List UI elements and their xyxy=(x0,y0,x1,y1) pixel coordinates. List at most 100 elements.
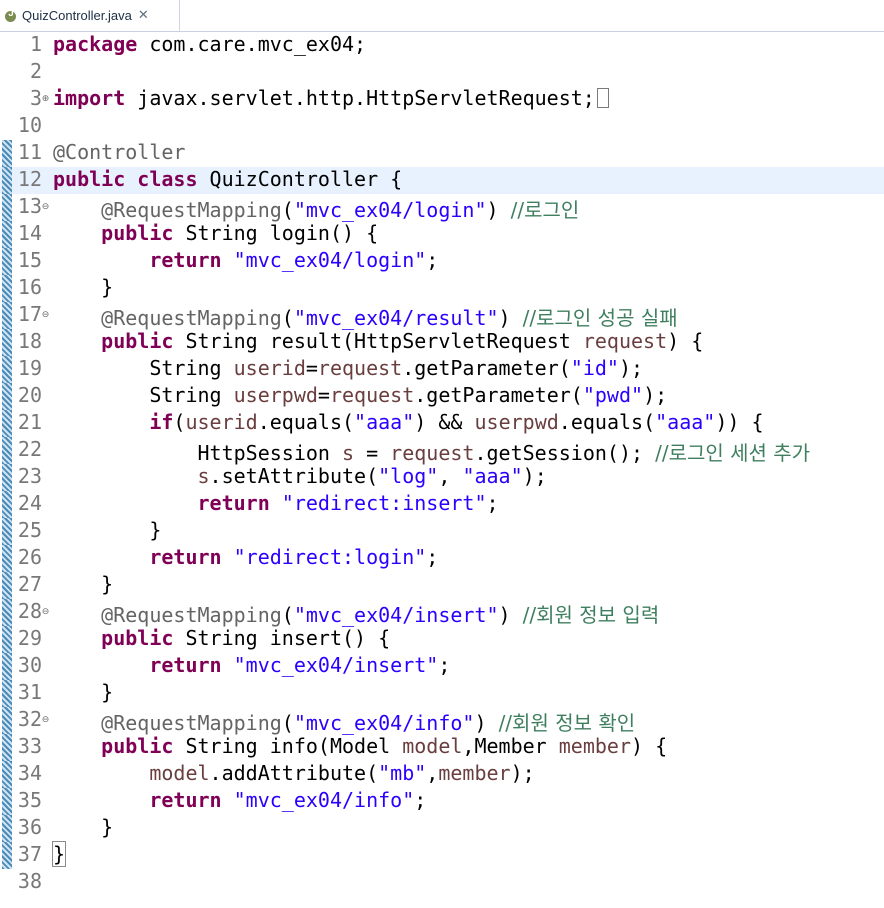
change-marker xyxy=(2,410,12,437)
change-marker xyxy=(2,761,12,788)
line-number: 29 xyxy=(17,626,42,650)
code-line[interactable]: 38 xyxy=(0,869,884,896)
line-number: 15 xyxy=(17,248,42,272)
line-number: 13 xyxy=(17,194,42,218)
code-line[interactable]: 18 public String result(HttpServletReque… xyxy=(0,329,884,356)
line-number: 1 xyxy=(29,32,42,56)
code-line[interactable]: 19 String userid=request.getParameter("i… xyxy=(0,356,884,383)
change-marker xyxy=(2,275,12,302)
code-line[interactable]: 32 ⊖ @RequestMapping("mvc_ex04/info") //… xyxy=(0,707,884,735)
change-marker xyxy=(2,437,12,464)
code-line[interactable]: 37 } xyxy=(0,841,884,869)
line-number: 10 xyxy=(17,113,42,137)
code-line[interactable]: 1 package com.care.mvc_ex04; xyxy=(0,32,884,59)
line-number: 21 xyxy=(17,410,42,434)
code-line[interactable]: 20 String userpwd=request.getParameter("… xyxy=(0,383,884,410)
code-line[interactable]: 15 return "mvc_ex04/login"; xyxy=(0,248,884,275)
line-number: 32 xyxy=(17,707,42,731)
line-number: 28 xyxy=(17,599,42,623)
java-file-icon: J xyxy=(4,8,18,23)
change-marker xyxy=(2,194,12,221)
change-marker xyxy=(2,356,12,383)
line-number: 11 xyxy=(17,140,42,164)
code-line[interactable]: 24 return "redirect:insert"; xyxy=(0,491,884,518)
code-line[interactable]: 36 } xyxy=(0,815,884,842)
editor-tab-bar: J QuizController.java ✕ xyxy=(0,0,884,32)
collapse-fold-icon[interactable]: ⊖ xyxy=(41,203,50,212)
code-line[interactable]: 29 public String insert() { xyxy=(0,626,884,653)
line-number: 14 xyxy=(17,221,42,245)
line-number: 30 xyxy=(17,653,42,677)
code-line[interactable]: 27 } xyxy=(0,572,884,599)
line-number: 26 xyxy=(17,545,42,569)
code-line[interactable]: 16 } xyxy=(0,275,884,302)
change-marker xyxy=(2,626,12,653)
code-line[interactable]: 3 ⊕ import javax.servlet.http.HttpServle… xyxy=(0,86,884,113)
change-marker xyxy=(2,599,12,626)
change-marker xyxy=(2,653,12,680)
code-line[interactable]: 21 if(userid.equals("aaa") && userpwd.eq… xyxy=(0,410,884,437)
line-number: 12 xyxy=(17,167,42,191)
collapse-fold-icon[interactable]: ⊖ xyxy=(41,608,50,617)
collapse-fold-icon[interactable]: ⊖ xyxy=(41,311,50,320)
line-number: 19 xyxy=(17,356,42,380)
change-marker xyxy=(2,788,12,815)
line-number: 16 xyxy=(17,275,42,299)
code-line[interactable]: 14 public String login() { xyxy=(0,221,884,248)
code-line[interactable]: 25 } xyxy=(0,518,884,545)
code-line[interactable]: 22 HttpSession s = request.getSession();… xyxy=(0,437,884,465)
code-line[interactable]: 10 xyxy=(0,113,884,140)
line-number: 27 xyxy=(17,572,42,596)
change-marker xyxy=(2,572,12,599)
change-marker xyxy=(2,329,12,356)
line-number: 2 xyxy=(29,59,42,83)
editor-tab-quizcontroller[interactable]: J QuizController.java ✕ xyxy=(0,0,180,31)
folded-imports-icon[interactable] xyxy=(596,88,609,108)
line-number: 33 xyxy=(17,734,42,758)
line-number: 25 xyxy=(17,518,42,542)
code-line[interactable]: 34 model.addAttribute("mb",member); xyxy=(0,761,884,788)
close-tab-icon[interactable]: ✕ xyxy=(138,8,149,23)
line-number: 31 xyxy=(17,680,42,704)
line-number: 34 xyxy=(17,761,42,785)
change-marker xyxy=(2,221,12,248)
change-marker xyxy=(2,734,12,761)
line-number: 35 xyxy=(17,788,42,812)
code-editor[interactable]: 1 package com.care.mvc_ex04; 2 3 ⊕ impor… xyxy=(0,32,884,908)
code-line[interactable]: 11 @Controller xyxy=(0,140,884,167)
matching-brace: } xyxy=(51,841,67,867)
expand-fold-icon[interactable]: ⊕ xyxy=(41,95,50,104)
change-marker xyxy=(2,815,12,842)
change-marker xyxy=(2,302,12,329)
code-line[interactable]: 35 return "mvc_ex04/info"; xyxy=(0,788,884,815)
code-line[interactable]: 31 } xyxy=(0,680,884,707)
code-line[interactable]: 13 ⊖ @RequestMapping("mvc_ex04/login") /… xyxy=(0,194,884,222)
line-number: 17 xyxy=(17,302,42,326)
change-marker xyxy=(2,707,12,734)
change-marker xyxy=(2,464,12,491)
line-number: 36 xyxy=(17,815,42,839)
change-marker xyxy=(2,383,12,410)
change-marker xyxy=(2,518,12,545)
code-line[interactable]: 28 ⊖ @RequestMapping("mvc_ex04/insert") … xyxy=(0,599,884,627)
code-line[interactable]: 2 xyxy=(0,59,884,86)
line-number: 38 xyxy=(17,869,42,893)
code-line[interactable]: 23 s.setAttribute("log", "aaa"); xyxy=(0,464,884,491)
change-marker xyxy=(2,491,12,518)
change-marker xyxy=(2,167,12,194)
collapse-fold-icon[interactable]: ⊖ xyxy=(41,716,50,725)
code-line[interactable]: 26 return "redirect:login"; xyxy=(0,545,884,572)
code-line[interactable]: 33 public String info(Model model,Member… xyxy=(0,734,884,761)
line-number: 23 xyxy=(17,464,42,488)
line-number: 37 xyxy=(17,842,42,866)
code-line[interactable]: 17 ⊖ @RequestMapping("mvc_ex04/result") … xyxy=(0,302,884,330)
tab-title: QuizController.java xyxy=(22,8,132,23)
line-number: 22 xyxy=(17,437,42,461)
change-marker xyxy=(2,842,12,869)
code-line-current[interactable]: 12 public class QuizController { xyxy=(0,167,884,194)
line-number: 24 xyxy=(17,491,42,515)
change-marker xyxy=(2,680,12,707)
change-marker xyxy=(2,140,12,167)
code-line[interactable]: 30 return "mvc_ex04/insert"; xyxy=(0,653,884,680)
line-number: 20 xyxy=(17,383,42,407)
